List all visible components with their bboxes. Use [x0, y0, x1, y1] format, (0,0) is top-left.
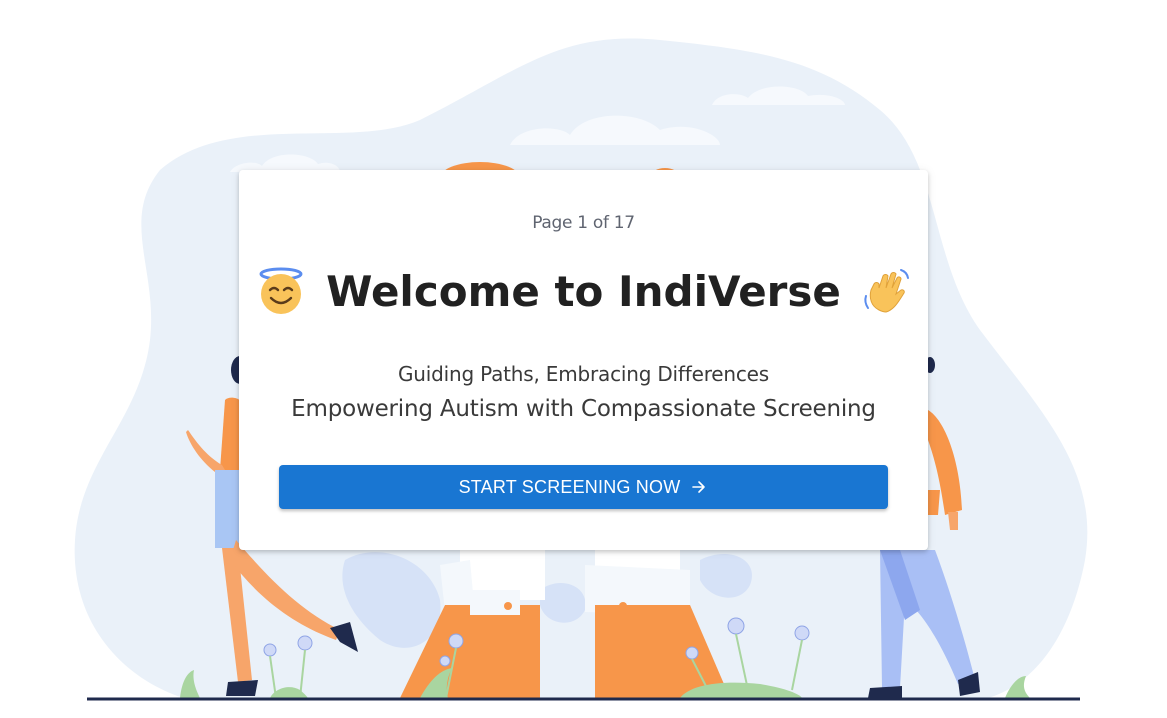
start-screening-button-label: START SCREENING NOW: [458, 476, 681, 497]
waving-hand-icon: [864, 269, 909, 313]
smiling-face-with-halo-icon: [259, 267, 303, 314]
tagline-primary: Guiding Paths, Embracing Differences: [398, 362, 769, 386]
title-row: Welcome to IndiVerse: [239, 266, 928, 316]
page-indicator: Page 1 of 17: [532, 213, 635, 233]
welcome-card: Page 1 of 17 Welcome to IndiVerse Guidin…: [239, 170, 928, 550]
arrow-right-icon: [692, 481, 706, 493]
page-title: Welcome to IndiVerse: [326, 266, 841, 316]
tagline-secondary: Empowering Autism with Compassionate Scr…: [291, 396, 876, 422]
welcome-screen: Page 1 of 17 Welcome to IndiVerse Guidin…: [0, 0, 1167, 718]
start-screening-button[interactable]: START SCREENING NOW: [279, 465, 888, 509]
